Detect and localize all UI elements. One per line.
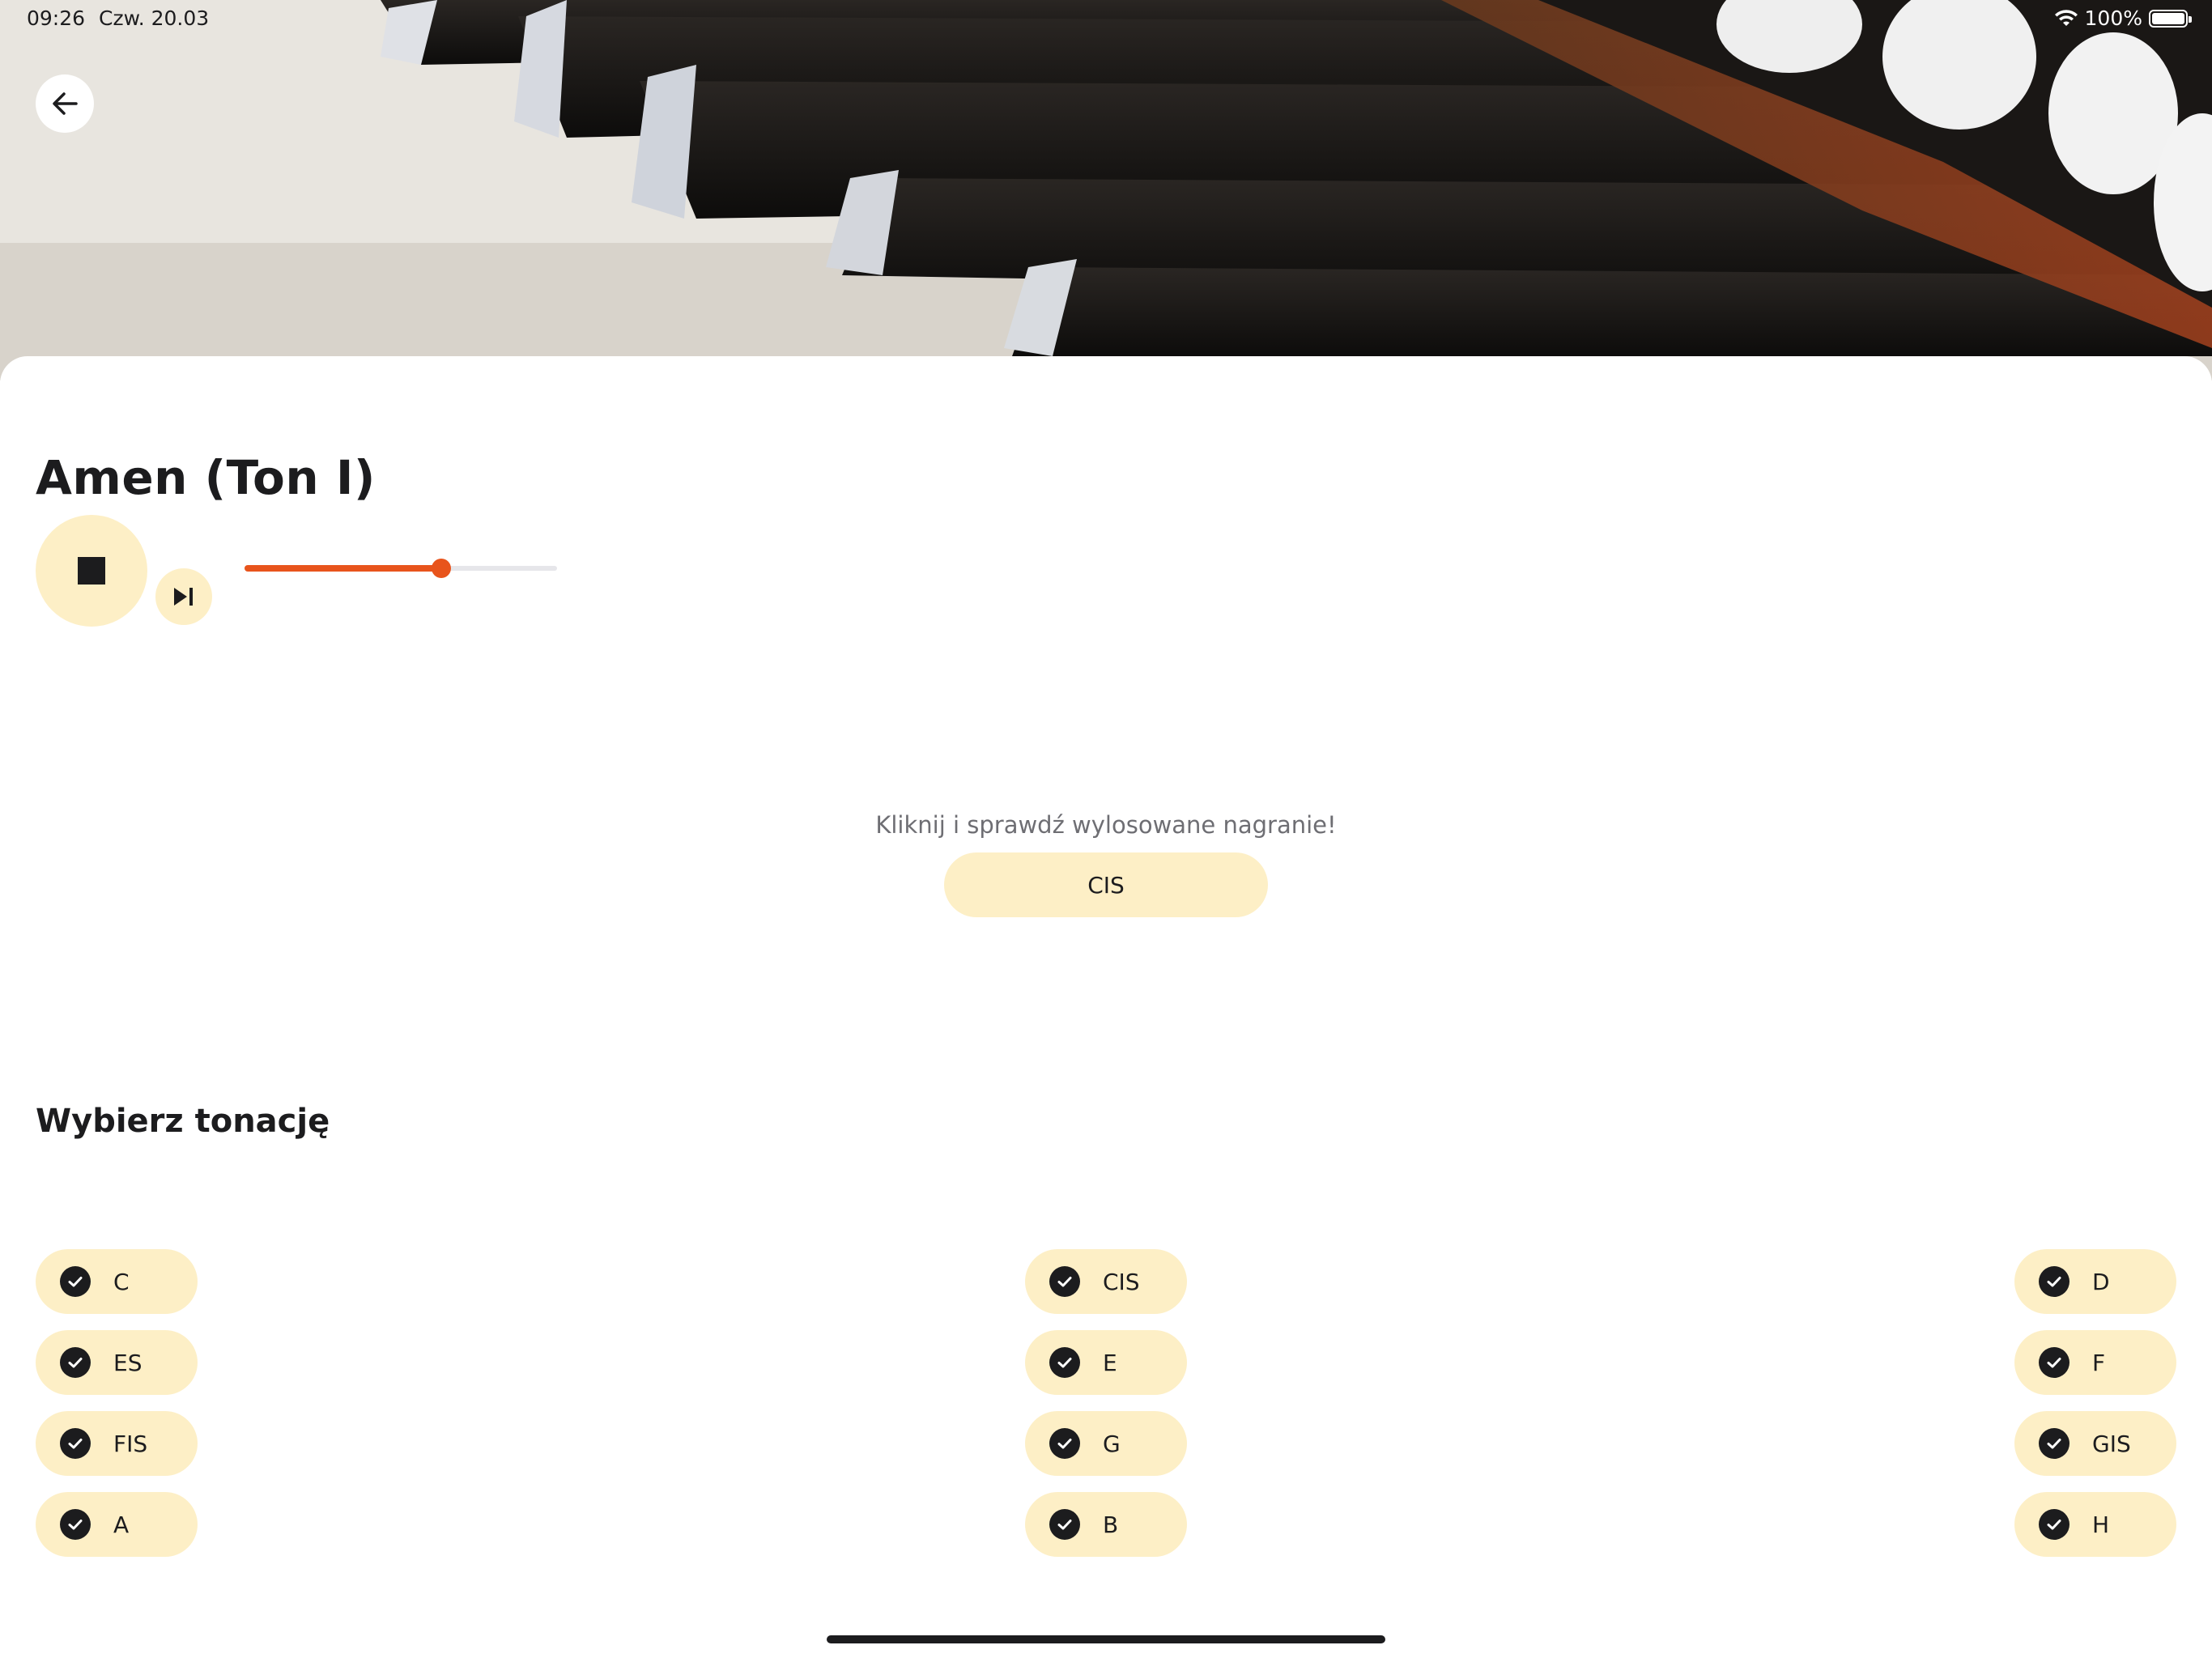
key-option-e[interactable]: E bbox=[1025, 1330, 1187, 1395]
key-option-label: GIS bbox=[2092, 1430, 2131, 1457]
key-option-label: FIS bbox=[113, 1430, 148, 1457]
wifi-icon bbox=[2054, 9, 2078, 26]
status-indicators: 100% bbox=[2054, 6, 2192, 30]
key-option-a[interactable]: A bbox=[36, 1492, 198, 1557]
slider-fill bbox=[245, 565, 442, 572]
key-option-label: CIS bbox=[1103, 1268, 1140, 1295]
checkmark-icon bbox=[60, 1428, 91, 1459]
checkmark-icon bbox=[2039, 1266, 2069, 1297]
key-option-label: B bbox=[1103, 1511, 1119, 1538]
skip-next-icon bbox=[174, 588, 193, 606]
checkmark-icon bbox=[60, 1509, 91, 1540]
key-option-label: A bbox=[113, 1511, 130, 1538]
key-option-fis[interactable]: FIS bbox=[36, 1411, 198, 1476]
checkmark-icon bbox=[60, 1266, 91, 1297]
key-option-b[interactable]: B bbox=[1025, 1492, 1187, 1557]
checkmark-icon bbox=[2039, 1428, 2069, 1459]
key-option-gis[interactable]: GIS bbox=[2014, 1411, 2176, 1476]
checkmark-icon bbox=[2039, 1347, 2069, 1378]
stop-button[interactable] bbox=[36, 515, 147, 627]
key-selection-title: Wybierz tonację bbox=[36, 1103, 330, 1140]
key-option-g[interactable]: G bbox=[1025, 1411, 1187, 1476]
status-time: 09:26 bbox=[27, 6, 86, 30]
key-option-label: D bbox=[2092, 1268, 2110, 1295]
key-option-h[interactable]: H bbox=[2014, 1492, 2176, 1557]
slider-thumb[interactable] bbox=[432, 559, 452, 578]
stop-icon bbox=[78, 557, 105, 585]
checkmark-icon bbox=[60, 1347, 91, 1378]
checkmark-icon bbox=[1049, 1266, 1080, 1297]
hero-image bbox=[0, 0, 2212, 380]
reveal-hint: Kliknij i sprawdź wylosowane nagranie! bbox=[875, 811, 1337, 839]
key-option-label: H bbox=[2092, 1511, 2110, 1538]
key-option-c[interactable]: C bbox=[36, 1249, 198, 1314]
key-option-label: ES bbox=[113, 1349, 143, 1376]
playback-progress-slider[interactable] bbox=[245, 559, 557, 578]
key-option-f[interactable]: F bbox=[2014, 1330, 2176, 1395]
key-option-d[interactable]: D bbox=[2014, 1249, 2176, 1314]
key-option-cis[interactable]: CIS bbox=[1025, 1249, 1187, 1314]
arrow-left-icon bbox=[53, 92, 78, 115]
piano-keys-illustration bbox=[0, 0, 2212, 380]
battery-icon bbox=[2149, 9, 2192, 28]
checkmark-icon bbox=[1049, 1509, 1080, 1540]
battery-percentage: 100% bbox=[2084, 6, 2142, 30]
recording-title: Amen (Ton I) bbox=[36, 450, 376, 505]
key-option-label: C bbox=[113, 1268, 130, 1295]
back-button[interactable] bbox=[36, 74, 94, 133]
reveal-answer-button[interactable]: CIS bbox=[944, 852, 1268, 917]
status-date: Czw. 20.03 bbox=[99, 6, 210, 30]
key-option-label: E bbox=[1103, 1349, 1117, 1376]
key-option-label: F bbox=[2092, 1349, 2106, 1376]
checkmark-icon bbox=[1049, 1428, 1080, 1459]
checkmark-icon bbox=[2039, 1509, 2069, 1540]
home-indicator bbox=[827, 1635, 1385, 1643]
key-option-es[interactable]: ES bbox=[36, 1330, 198, 1395]
checkmark-icon bbox=[1049, 1347, 1080, 1378]
key-option-label: G bbox=[1103, 1430, 1121, 1457]
skip-next-button[interactable] bbox=[155, 568, 212, 625]
